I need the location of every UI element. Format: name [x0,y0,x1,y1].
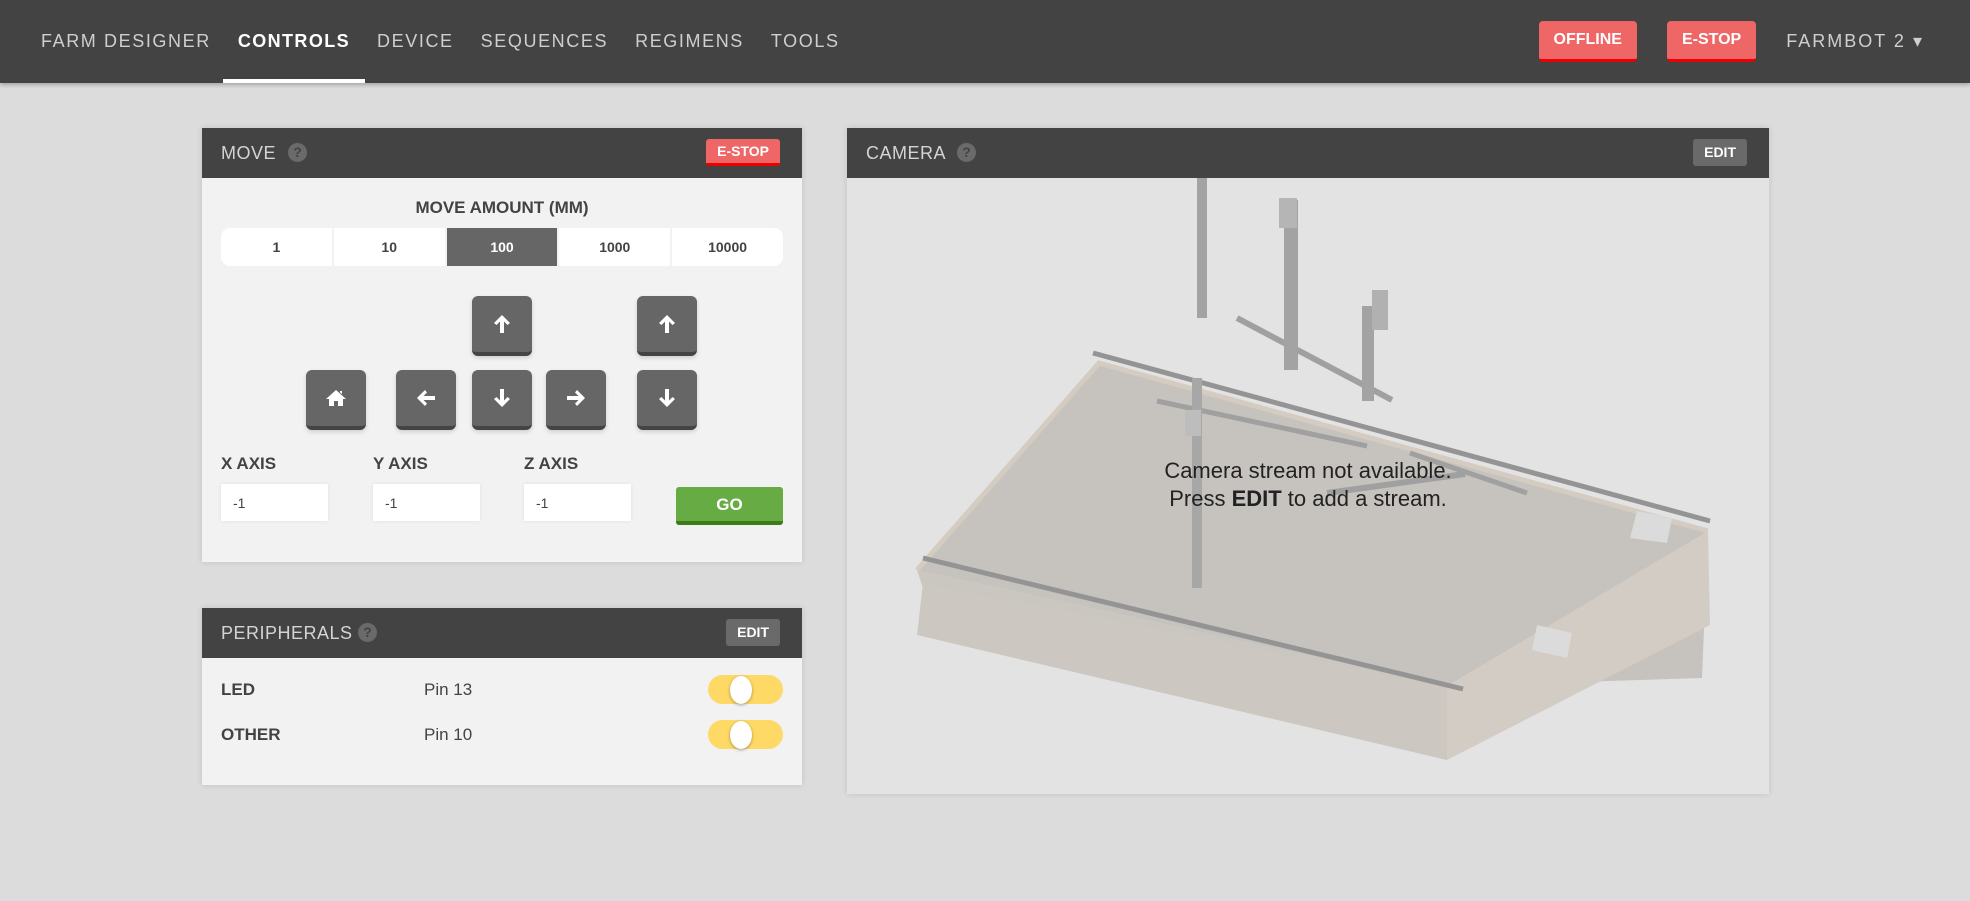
bot-selector-dropdown[interactable]: FARMBOT 2 ▾ [1786,31,1924,52]
jog-z-up-button[interactable] [637,296,697,356]
camera-placeholder: Camera stream not available. Press EDIT … [847,178,1769,794]
move-widget: MOVE ? E-STOP MOVE AMOUNT (MM) 1 10 100 … [202,128,802,562]
nav-device[interactable]: DEVICE [377,0,454,83]
camera-unavailable-message: Camera stream not available. Press EDIT … [847,457,1769,513]
peripheral-row: OTHER Pin 10 [221,720,783,750]
peripherals-title: PERIPHERALS [221,623,353,643]
camera-widget: CAMERA ? EDIT Camera stream not availabl… [847,128,1769,794]
amount-button-10[interactable]: 10 [334,228,447,266]
x-axis-label: X AXIS [221,454,277,473]
peripherals-widget: PERIPHERALS ? EDIT LED Pin 13 OTHER Pin … [202,608,802,785]
peripheral-toggle[interactable] [708,675,783,704]
top-nav: FARM DESIGNER CONTROLS DEVICE SEQUENCES … [0,0,1970,83]
peripherals-edit-button[interactable]: EDIT [726,619,780,646]
arrow-right-icon [567,390,585,406]
help-icon[interactable]: ? [288,143,307,162]
camera-message-post: to add a stream. [1281,486,1447,511]
camera-edit-button[interactable]: EDIT [1693,139,1747,166]
z-axis-input[interactable] [524,484,631,521]
camera-message-line2: Press EDIT to add a stream. [847,485,1769,513]
peripheral-pin: Pin 10 [424,725,473,744]
jog-x-right-button[interactable] [546,370,606,430]
jog-z-down-button[interactable] [637,370,697,430]
go-button[interactable]: GO [676,487,783,525]
toggle-knob [730,676,752,704]
home-icon [326,390,346,406]
nav-sequences[interactable]: SEQUENCES [481,0,608,83]
nav-controls[interactable]: CONTROLS [222,0,366,83]
peripheral-row: LED Pin 13 [221,675,783,705]
y-axis-label: Y AXIS [373,454,428,473]
camera-header: CAMERA ? EDIT [847,128,1769,178]
camera-title: CAMERA [866,143,947,163]
jog-y-down-button[interactable] [472,370,532,430]
arrow-down-icon [659,389,675,407]
amount-button-10000[interactable]: 10000 [672,228,783,266]
peripheral-pin: Pin 13 [424,680,473,699]
z-axis-label: Z AXIS [524,454,579,473]
move-estop-button[interactable]: E-STOP [706,139,780,166]
peripheral-name: LED [221,680,255,699]
nav-links: FARM DESIGNER CONTROLS DEVICE SEQUENCES … [41,0,867,83]
move-header: MOVE ? E-STOP [202,128,802,178]
peripheral-toggle[interactable] [708,720,783,749]
arrow-up-icon [494,315,510,333]
nav-farm-designer[interactable]: FARM DESIGNER [41,0,211,83]
move-amount-selector: 1 10 100 1000 10000 [221,228,783,266]
amount-button-1000[interactable]: 1000 [559,228,673,266]
caret-down-icon: ▾ [1912,31,1924,51]
arrow-up-icon [659,315,675,333]
x-axis-input[interactable] [221,484,328,521]
jog-x-left-button[interactable] [396,370,456,430]
nav-regimens[interactable]: REGIMENS [635,0,744,83]
home-button[interactable] [306,370,366,430]
move-amount-label: MOVE AMOUNT (MM) [415,198,589,217]
arrow-left-icon [417,390,435,406]
jog-y-up-button[interactable] [472,296,532,356]
move-title: MOVE [221,143,277,163]
toggle-knob [730,721,752,749]
nav-estop-button[interactable]: E-STOP [1666,21,1757,62]
camera-message-bold: EDIT [1231,486,1282,511]
peripheral-name: OTHER [221,725,281,744]
bot-name: FARMBOT 2 [1786,31,1906,51]
offline-status-button[interactable]: OFFLINE [1538,21,1637,62]
camera-message-line1: Camera stream not available. [1164,458,1452,483]
y-axis-input[interactable] [373,484,480,521]
nav-tools[interactable]: TOOLS [771,0,840,83]
amount-button-1[interactable]: 1 [221,228,334,266]
amount-button-100[interactable]: 100 [446,228,560,266]
camera-message-pre: Press [1169,486,1232,511]
peripherals-header: PERIPHERALS ? EDIT [202,608,802,658]
arrow-down-icon [494,389,510,407]
help-icon[interactable]: ? [957,143,976,162]
help-icon[interactable]: ? [358,623,377,642]
nav-right: OFFLINE E-STOP FARMBOT 2 ▾ [1538,21,1924,62]
